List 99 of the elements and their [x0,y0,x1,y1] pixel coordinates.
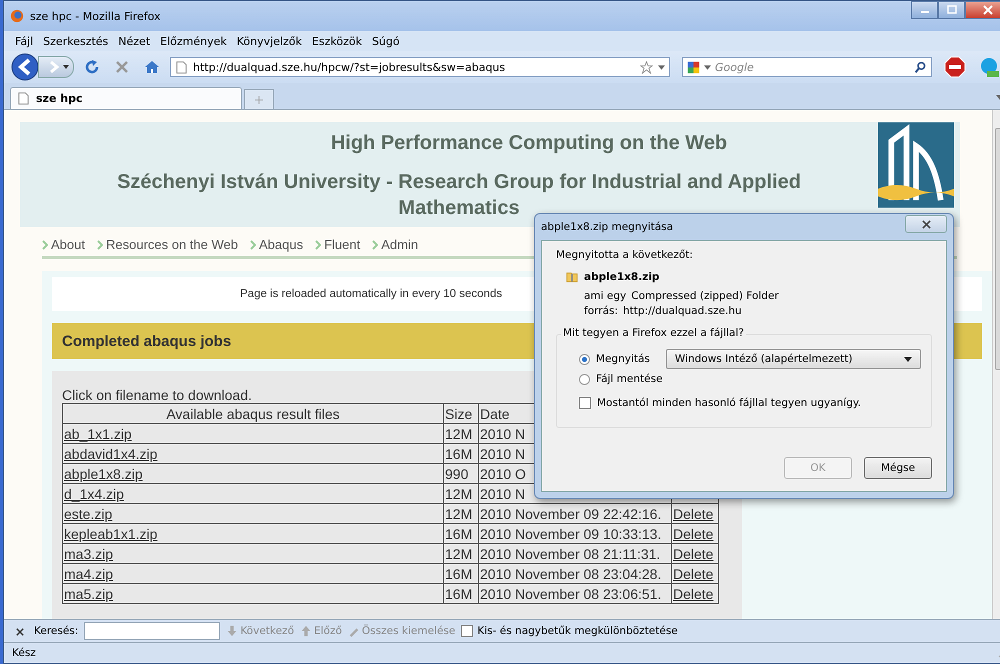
window-title: sze hpc - Mozilla Firefox [30,10,161,22]
browser-logo-icon [10,9,24,23]
table-cell: 2010 November 08 23:04:28. [478,564,672,584]
table-cell: 16M [444,524,478,544]
table-cell: 12M [444,504,478,524]
dialog-intro: Megnyitotta a következőt: [556,249,694,261]
search-icon[interactable] [914,60,927,74]
reload-notice: Page is reloaded automatically in every 10 seconds [240,288,502,300]
table-cell: 16M [444,444,478,464]
stop-icon[interactable] [114,59,130,75]
group-label: Mit tegyen a Firefox ezzel a fájllal? [561,327,746,339]
nav-link[interactable]: Resources on the Web [106,237,238,252]
site-subtitle: Széchenyi István University - Research Group for Industrial and Applied Mathematics [116,170,802,221]
checkbox[interactable] [461,625,474,637]
stop-sign-icon[interactable] [944,56,966,78]
maximize-button[interactable] [938,1,965,19]
dropdown-icon [904,356,912,362]
file-link[interactable]: este.zip [64,506,112,522]
file-link[interactable]: ma5.zip [64,586,114,602]
nav-link[interactable]: Fluent [324,237,360,252]
nav-link[interactable]: Abaqus [258,237,304,252]
address-bar[interactable]: http://dualquad.sze.hu/hpcw/?st=jobresults&sw=abaqus [170,57,670,77]
back-button[interactable] [10,52,40,82]
table-cell: 2010 November 09 22:42:16. [478,504,672,524]
close-button[interactable] [905,215,947,233]
app-dropdown[interactable]: Windows Intéző (alapértelmezett) [666,349,921,369]
chevron-icon [42,240,48,250]
search-field[interactable] [84,622,220,640]
table-cell: 16M [444,584,478,604]
down-arrow-icon [226,625,238,637]
reload-icon[interactable] [84,59,100,75]
table-cell: 2010 November 08 21:11:31. [478,544,672,564]
nav-link[interactable]: Admin [381,237,418,252]
chevron-icon [250,240,256,250]
file-type: Compressed (zipped) Folder [631,290,779,302]
close-icon [16,628,24,636]
file-link[interactable]: abdavid1x4.zip [64,446,158,462]
menu-item[interactable]: Eszközök [306,34,367,48]
maximize-icon [946,5,956,15]
table-cell: 2010 November 09 10:33:13. [478,524,672,544]
page-icon [175,60,188,74]
chevron-icon [315,240,322,250]
search-field[interactable]: Google [682,57,932,77]
table-cell: 16M [444,564,478,584]
source-label: forrás: [584,305,618,317]
chat-icon[interactable] [978,56,1000,78]
menu-item[interactable]: Fájl [10,34,38,48]
close-icon [982,5,992,15]
radio-label: Megnyitás [596,353,651,365]
table-cell: 12M [444,424,478,444]
menu-item[interactable]: Előzmények [155,34,232,48]
menu-item[interactable]: Könyvjelzők [232,34,307,48]
column-header: Available abaqus result files [62,404,444,424]
dropdown-icon[interactable] [658,64,665,70]
menu-item[interactable]: Nézet [113,34,156,48]
up-arrow-icon [300,625,312,637]
page-icon [17,92,30,105]
nav-link[interactable]: About [51,237,85,252]
section-title: Completed abaqus jobs [62,332,232,350]
search-label: Keresés: [34,625,78,637]
file-name: abple1x8.zip [584,270,660,282]
search-engine-icon[interactable] [687,60,700,74]
plus-icon [255,96,263,104]
radio-button[interactable] [579,354,590,364]
chevron-icon [372,240,378,250]
instruction-text: Click on filename to download. [62,387,252,403]
radio-button[interactable] [579,374,590,384]
file-link[interactable]: abple1x8.zip [64,466,143,482]
close-button[interactable] [965,1,1000,19]
file-link[interactable]: kepleab1x1.zip [64,526,158,542]
table-cell: 12M [444,544,478,564]
zip-folder-icon [566,270,578,283]
menu-item[interactable]: Szerkesztés [38,34,114,48]
checkbox[interactable] [579,397,591,409]
file-link[interactable]: ma3.zip [64,546,114,562]
file-link[interactable]: ma4.zip [64,566,114,582]
checkbox-label: Kis- és nagybetűk megkülönböztetése [477,625,678,637]
home-icon[interactable] [144,59,160,75]
table-cell: 990 [444,464,478,484]
logo-icon [878,122,954,208]
chevron-icon [96,240,103,250]
file-link[interactable]: ab_1x1.zip [64,426,132,442]
status-text: Kész [12,647,36,659]
column-header: Size [444,404,478,424]
menu-item[interactable]: Súgó [366,34,405,48]
type-label: ami egy [584,290,626,302]
file-source: http://dualquad.sze.hu [623,305,742,317]
dropdown-icon[interactable] [704,64,711,70]
table-cell: 12M [444,484,478,504]
minimize-button[interactable] [911,1,938,19]
site-title: High Performance Computing on the Web [330,131,728,155]
close-icon [922,220,930,228]
radio-label: Fájl mentése [596,373,663,385]
table-cell: 2010 November 08 23:06:51. [478,584,672,604]
star-icon[interactable] [640,60,653,74]
tab[interactable]: sze hpc [10,87,242,109]
cancel-button[interactable]: Mégse [864,457,932,479]
file-link[interactable]: d_1x4.zip [64,486,124,502]
dialog-title: abple1x8.zip megnyitása [541,221,674,233]
